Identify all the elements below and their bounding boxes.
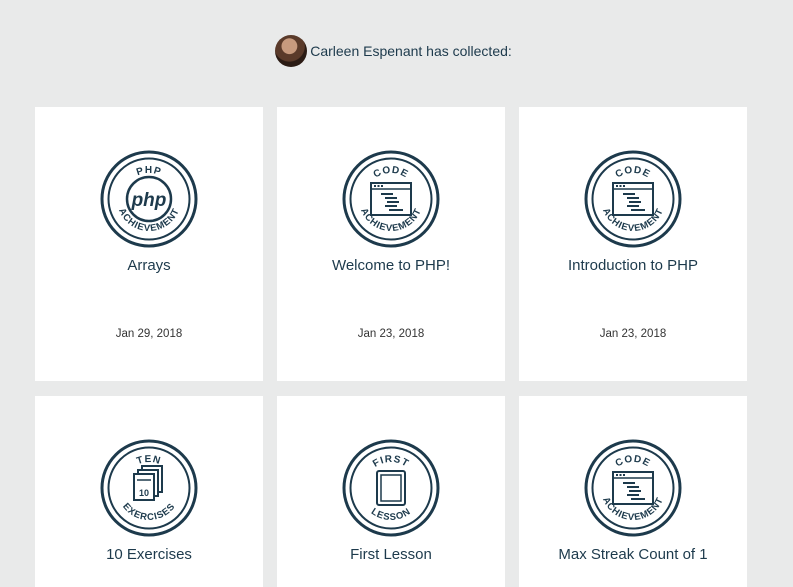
badge-top-text: CODE bbox=[614, 165, 652, 181]
book-icon bbox=[376, 470, 406, 506]
achievement-title: 10 Exercises bbox=[106, 546, 192, 563]
achievement-date: Jan 23, 2018 bbox=[357, 328, 425, 340]
achievement-card[interactable]: CODE ACHIEVEMENT Welcome to PHP! Jan 23,… bbox=[277, 107, 505, 381]
achievement-card[interactable]: TEN EXERCISES 10 10 Exercises bbox=[35, 396, 263, 587]
php-logo-icon: php bbox=[131, 190, 167, 211]
achievement-card[interactable]: CODE ACHIEVEMENT Max Streak Count of 1 bbox=[519, 396, 747, 587]
svg-text:10: 10 bbox=[139, 488, 149, 498]
badge-bottom-text: LESSON bbox=[369, 506, 412, 523]
svg-text:EXERCISES: EXERCISES bbox=[120, 501, 177, 523]
code-window-icon bbox=[612, 182, 654, 216]
badge-top-text: CODE bbox=[372, 165, 410, 181]
code-achievement-badge-icon: CODE ACHIEVEMENT bbox=[584, 439, 682, 537]
badge-top-text: FIRST bbox=[371, 454, 410, 470]
achievement-title: Max Streak Count of 1 bbox=[558, 546, 708, 563]
first-lesson-badge-icon: FIRST LESSON bbox=[342, 439, 440, 537]
svg-text:LESSON: LESSON bbox=[369, 506, 413, 523]
achievement-title: Introduction to PHP bbox=[567, 257, 699, 274]
achievement-title: Arrays bbox=[127, 257, 171, 274]
achievement-card[interactable]: FIRST LESSON First Lesson bbox=[277, 396, 505, 587]
badge-top-text: CODE bbox=[614, 454, 652, 470]
code-achievement-badge-icon: CODE ACHIEVEMENT bbox=[342, 150, 440, 248]
code-window-icon bbox=[612, 471, 654, 505]
achievement-date: Jan 23, 2018 bbox=[599, 328, 667, 340]
achievement-card[interactable]: PHP ACHIEVEMENT php Arrays Jan 29, 2018 bbox=[35, 107, 263, 381]
ten-exercises-badge-icon: TEN EXERCISES 10 bbox=[100, 439, 198, 537]
achievement-title: Welcome to PHP! bbox=[331, 257, 451, 274]
stacked-pages-icon: 10 bbox=[133, 465, 163, 501]
collected-label: Carleen Espenant has collected: bbox=[310, 43, 512, 59]
php-achievement-badge-icon: PHP ACHIEVEMENT php bbox=[100, 150, 198, 248]
svg-text:CODE: CODE bbox=[614, 454, 653, 470]
achievement-date: Jan 29, 2018 bbox=[115, 328, 183, 340]
svg-text:FIRST: FIRST bbox=[371, 454, 411, 470]
badge-bottom-text: EXERCISES bbox=[120, 501, 177, 523]
svg-text:CODE: CODE bbox=[614, 165, 653, 181]
code-achievement-badge-icon: CODE ACHIEVEMENT bbox=[584, 150, 682, 248]
collector-header: Carleen Espenant has collected: bbox=[0, 35, 793, 67]
achievement-title: First Lesson bbox=[350, 546, 432, 563]
svg-text:CODE: CODE bbox=[372, 165, 411, 181]
code-window-icon bbox=[370, 182, 412, 216]
achievement-card[interactable]: CODE ACHIEVEMENT Introduction to PHP Jan… bbox=[519, 107, 747, 381]
avatar[interactable] bbox=[275, 35, 308, 67]
